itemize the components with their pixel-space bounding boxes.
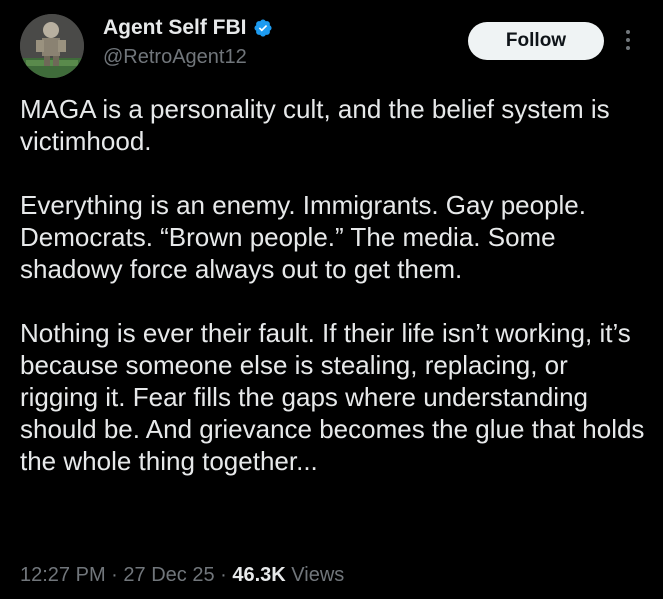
avatar[interactable] <box>20 14 84 78</box>
views-count[interactable]: 46.3K <box>232 564 285 586</box>
tweet-paragraph: MAGA is a personality cult, and the beli… <box>20 94 610 156</box>
tweet-date[interactable]: 27 Dec 25 <box>123 564 214 586</box>
author-handle[interactable]: @RetroAgent12 <box>103 46 247 69</box>
tweet-time[interactable]: 12:27 PM <box>20 564 106 586</box>
separator-dot: · <box>214 564 233 586</box>
more-vertical-icon[interactable] <box>621 24 635 56</box>
avatar-image <box>20 14 84 78</box>
tweet-meta: 12:27 PM · 27 Dec 25 · 46.3K Views <box>20 564 344 587</box>
verified-badge-icon[interactable] <box>253 18 273 38</box>
author-display-name[interactable]: Agent Self FBI <box>103 16 247 40</box>
views-label: Views <box>285 564 345 586</box>
tweet-paragraph: Everything is an enemy. Immigrants. Gay … <box>20 190 586 284</box>
separator-dot: · <box>105 564 124 586</box>
tweet-paragraph: Nothing is ever their fault. If their li… <box>20 318 645 476</box>
author-name-row: Agent Self FBI <box>103 16 273 40</box>
follow-button[interactable]: Follow <box>468 22 604 60</box>
tweet-text: MAGA is a personality cult, and the beli… <box>20 93 650 477</box>
